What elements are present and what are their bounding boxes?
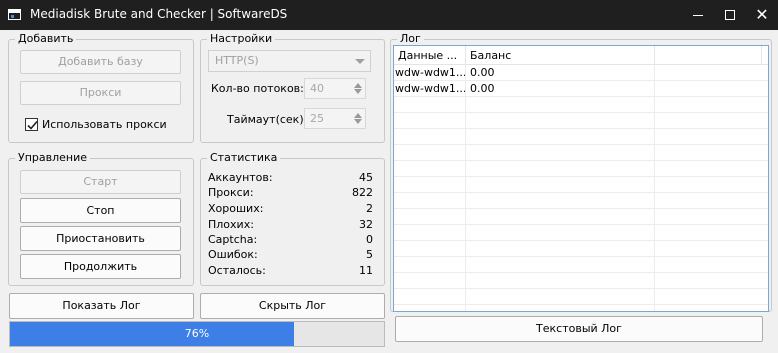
stat-value: 822 (352, 186, 373, 199)
stat-value: 45 (359, 171, 373, 184)
stat-label: Ошибок: (208, 248, 258, 261)
maximize-icon (725, 10, 735, 20)
maximize-button[interactable] (714, 0, 746, 30)
table-row[interactable] (394, 273, 768, 289)
spin-down-icon[interactable] (354, 119, 362, 124)
table-row[interactable] (394, 257, 768, 273)
threads-spinbox[interactable]: 40 (304, 78, 366, 99)
timeout-value: 25 (310, 112, 324, 125)
row-balance-cell: 0.00 (470, 82, 495, 95)
table-row[interactable] (394, 161, 768, 177)
table-row[interactable] (394, 177, 768, 193)
table-row[interactable] (394, 145, 768, 161)
stat-label: Плохих: (208, 218, 254, 231)
timeout-spinbox[interactable]: 25 (304, 108, 366, 129)
progress-text: 76% (184, 327, 210, 340)
use-proxy-label: Использовать прокси (42, 118, 167, 131)
stat-label: Captcha: (208, 233, 258, 246)
stat-label: Хороших: (208, 202, 264, 215)
table-row[interactable] (394, 289, 768, 305)
row-data-cell: wdw-wdw1... (395, 66, 465, 79)
stat-value: 32 (359, 218, 373, 231)
table-row[interactable] (394, 113, 768, 129)
pause-button[interactable]: Приостановить (20, 226, 181, 251)
protocol-select-value: HTTP(S) (215, 54, 259, 67)
column-header-extra[interactable] (655, 46, 762, 65)
spin-up-icon[interactable] (354, 113, 362, 118)
timeout-label: Таймаут(сек): (227, 113, 308, 126)
table-row[interactable] (394, 241, 768, 257)
stat-value: 0 (366, 233, 373, 246)
close-icon: ✕ (755, 5, 769, 24)
text-log-button[interactable]: Текстовый Лог (395, 316, 763, 342)
log-group-title: Лог (397, 32, 424, 45)
start-button[interactable]: Старт (20, 170, 181, 194)
minimize-button[interactable] (682, 0, 714, 30)
continue-button[interactable]: Продолжить (20, 254, 181, 279)
log-table[interactable]: Данные ... Баланс wdw-wdw1... 0.00 wdw-w… (393, 45, 769, 312)
checkmark-icon (27, 120, 38, 130)
use-proxy-checkbox[interactable] (25, 118, 38, 131)
show-log-button[interactable]: Показать Лог (9, 293, 194, 319)
control-group-title: Управление (15, 151, 91, 164)
stats-group-title: Статистика (207, 151, 281, 164)
spin-up-icon[interactable] (354, 83, 362, 88)
table-row[interactable]: wdw-wdw1... 0.00 (394, 65, 768, 81)
close-button[interactable]: ✕ (746, 0, 778, 30)
app-icon (8, 9, 21, 20)
settings-group-title: Настройки (207, 32, 276, 45)
column-header-data[interactable]: Данные ... (394, 46, 466, 65)
title-bar: Mediadisk Brute and Checker | SoftwareDS… (0, 0, 778, 30)
proxy-button[interactable]: Прокси (20, 81, 181, 105)
log-table-header: Данные ... Баланс (394, 46, 768, 65)
spin-down-icon[interactable] (354, 89, 362, 94)
stat-label: Аккаунтов: (208, 171, 273, 184)
table-row[interactable] (394, 97, 768, 113)
minimize-icon (693, 14, 703, 16)
stop-button[interactable]: Стоп (20, 198, 181, 223)
stat-value: 2 (366, 202, 373, 215)
progress-bar: 76% (9, 321, 385, 347)
window-title: Mediadisk Brute and Checker | SoftwareDS (30, 7, 288, 21)
stat-value: 5 (366, 248, 373, 261)
column-header-balance[interactable]: Баланс (466, 46, 655, 65)
threads-label: Кол-во потоков: (211, 82, 304, 95)
table-row[interactable]: wdw-wdw1... 0.00 (394, 81, 768, 97)
stat-value: 11 (359, 264, 373, 277)
stat-label: Осталось: (208, 264, 266, 277)
stat-label: Прокси: (208, 186, 254, 199)
table-row[interactable] (394, 193, 768, 209)
row-data-cell: wdw-wdw1... (395, 82, 465, 95)
add-group-title: Добавить (15, 32, 77, 45)
table-row[interactable] (394, 209, 768, 225)
protocol-select[interactable]: HTTP(S) (208, 50, 371, 72)
table-row[interactable] (394, 225, 768, 241)
chevron-down-icon (355, 59, 365, 64)
hide-log-button[interactable]: Скрыть Лог (200, 293, 385, 319)
row-balance-cell: 0.00 (470, 66, 495, 79)
add-base-button[interactable]: Добавить базу (20, 50, 181, 74)
table-row[interactable] (394, 129, 768, 145)
threads-value: 40 (310, 82, 324, 95)
